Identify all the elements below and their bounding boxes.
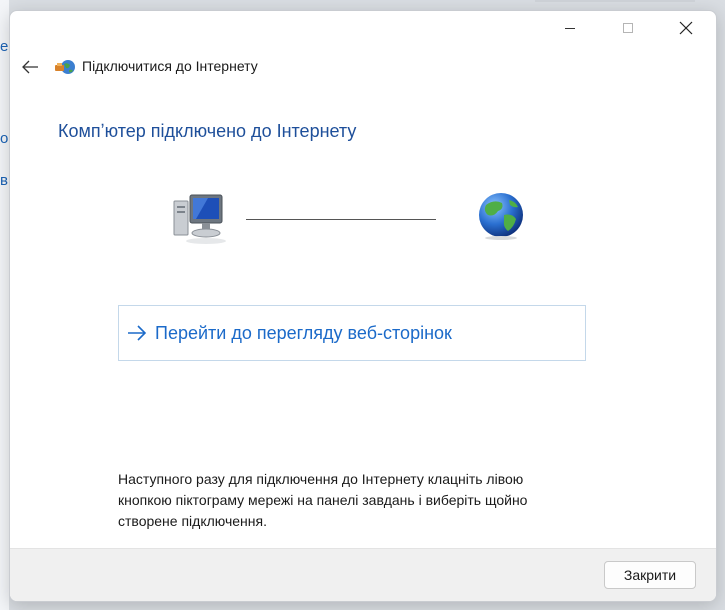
page-heading: Компʼютер підключено до Інтернету <box>58 121 357 141</box>
hint-text: Наступного разу для підключення до Інтер… <box>118 471 528 529</box>
browse-web-label: Перейти до перегляду веб-сторінок <box>155 322 452 343</box>
back-arrow-icon <box>22 60 38 74</box>
background-window-edge: е о ві <box>0 0 11 610</box>
connection-line <box>246 219 436 220</box>
maximize-button[interactable] <box>599 11 657 45</box>
wizard-title: Підключитися до Інтернету <box>82 58 258 74</box>
close-icon <box>679 21 693 35</box>
globe-icon <box>479 193 523 240</box>
wizard-navigation: Підключитися до Інтернету <box>10 49 716 85</box>
back-button[interactable] <box>16 53 44 81</box>
network-wizard-icon <box>55 60 75 74</box>
background-window-edge <box>535 0 695 2</box>
close-window-button[interactable] <box>657 11 715 45</box>
background-text-fragment: о <box>0 130 9 147</box>
minimize-button[interactable] <box>541 11 599 45</box>
browse-web-link[interactable]: Перейти до перегляду веб-сторінок <box>118 305 586 361</box>
connect-to-internet-window: Підключитися до Інтернету Компʼютер підк… <box>9 10 717 602</box>
title-bar <box>10 11 716 45</box>
close-button[interactable]: Закрити <box>604 561 696 589</box>
maximize-icon <box>623 23 633 33</box>
arrow-right-icon <box>127 325 147 341</box>
background-text-fragment: е <box>0 38 9 55</box>
minimize-icon <box>565 28 575 29</box>
computer-icon <box>173 194 226 244</box>
footer-bar: Закрити <box>10 548 716 601</box>
